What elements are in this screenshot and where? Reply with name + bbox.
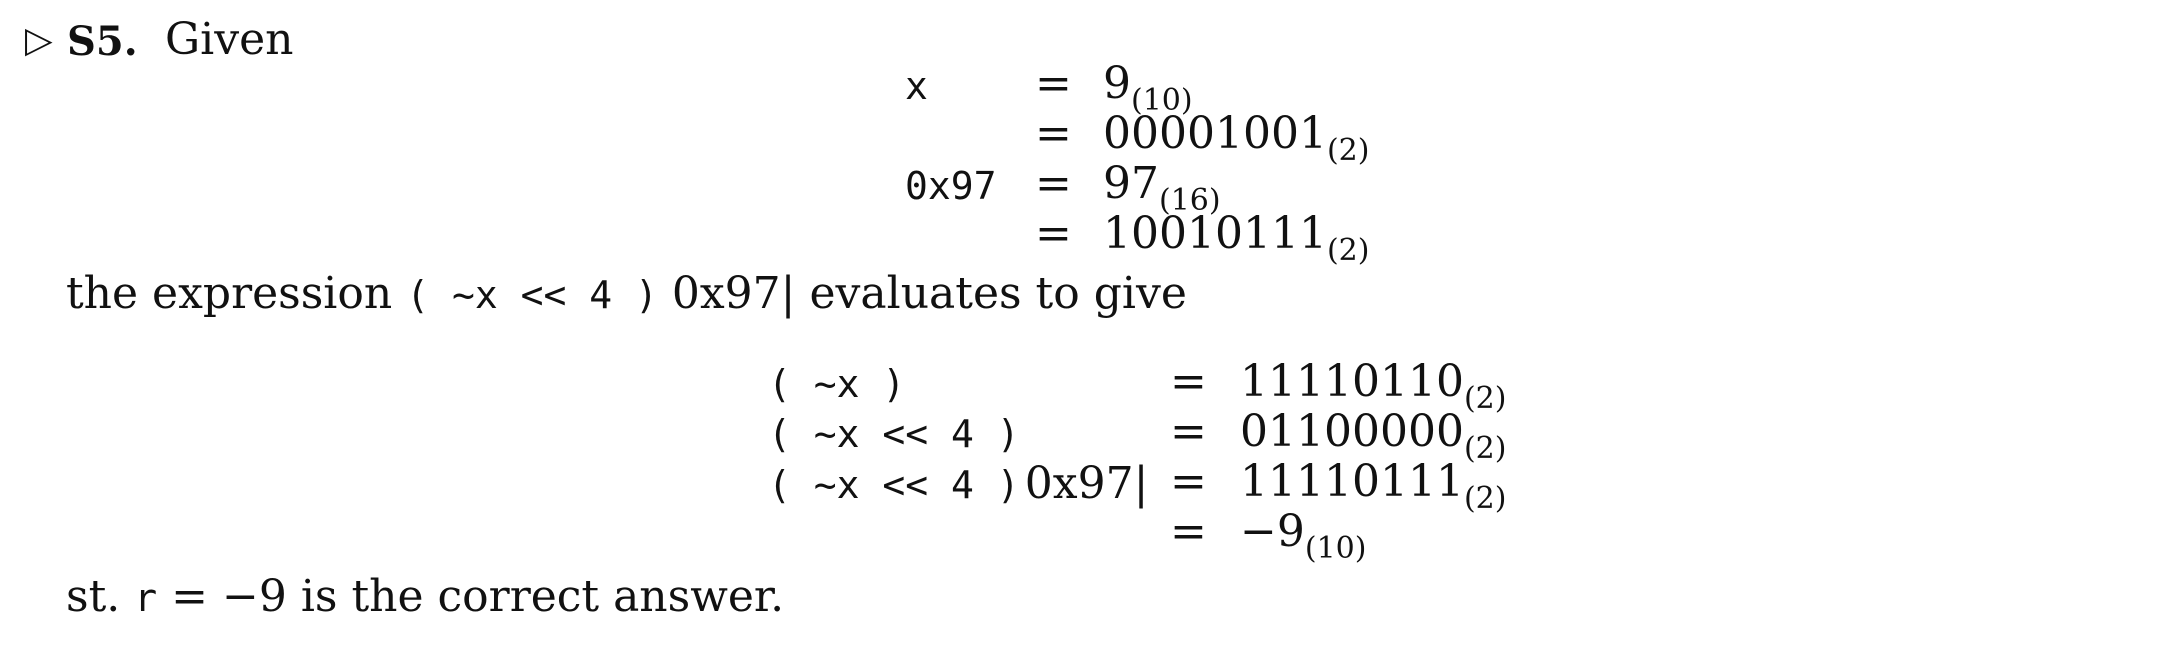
base-subscript: (2)	[1326, 233, 1370, 268]
given-equals: =	[1035, 158, 1072, 209]
given-equals: =	[1035, 58, 1072, 109]
eval-equals: =	[1170, 456, 1207, 507]
given-value: 9(10)	[1103, 58, 1193, 118]
eval-lhs: ( ~x << 4 )	[768, 412, 1020, 456]
conclusion-variable: r	[134, 576, 158, 620]
conclusion-sentence: st. r = −9 is the correct answer.	[66, 575, 784, 619]
given-equals: =	[1035, 108, 1072, 159]
given-text: Given	[165, 14, 294, 65]
eval-lhs: ( ~x << 4 ) 0x97|	[768, 458, 1149, 509]
given-lhs-hex: 0x97	[905, 164, 997, 208]
base-subscript: (10)	[1304, 531, 1367, 566]
eval-equals: =	[1170, 406, 1207, 457]
eval-value: −9(10)	[1240, 506, 1367, 566]
conclusion-prefix: st.	[66, 571, 121, 622]
given-lhs-x: x	[905, 64, 928, 108]
problem-label: S5.	[67, 18, 138, 65]
intro-text-end: evaluates to give	[809, 268, 1187, 319]
intro-operand: 0x97|	[671, 268, 796, 319]
eval-lhs: ( ~x )	[768, 362, 906, 406]
given-value: 00001001(2)	[1103, 108, 1370, 168]
eval-value: 11110111(2)	[1240, 456, 1507, 516]
given-equals: =	[1035, 208, 1072, 259]
base-subscript: (2)	[1326, 133, 1370, 168]
given-value: 10010111(2)	[1103, 208, 1370, 268]
eval-value: 01100000(2)	[1240, 406, 1507, 466]
conclusion-text: = −9 is the correct answer.	[171, 571, 785, 622]
eval-equals: =	[1170, 506, 1207, 557]
base-subscript: (2)	[1463, 481, 1507, 516]
triangle-marker-icon: ▷	[25, 20, 53, 61]
intro-code: ( ~x << 4 )	[406, 273, 658, 317]
eval-value: 11110110(2)	[1240, 356, 1507, 416]
given-value: 97(16)	[1103, 158, 1221, 218]
intro-text: the expression	[66, 268, 393, 319]
eval-equals: =	[1170, 356, 1207, 407]
intro-sentence: the expression ( ~x << 4 ) 0x97| evaluat…	[66, 272, 1187, 316]
